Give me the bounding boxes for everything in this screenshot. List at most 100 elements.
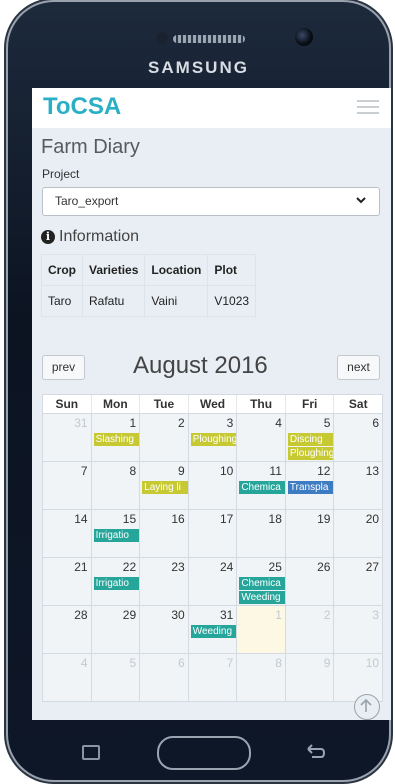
calendar-day-cell[interactable]: 6	[139, 654, 188, 701]
prev-month-button[interactable]: prev	[42, 355, 85, 380]
project-select-value: Taro_export	[55, 194, 119, 208]
calendar-day-cell[interactable]: 14	[43, 510, 91, 557]
calendar-event[interactable]: Transpla	[287, 481, 334, 494]
day-number: 3	[226, 416, 234, 430]
day-number: 21	[74, 560, 88, 574]
day-number: 18	[268, 512, 282, 526]
day-number: 1	[275, 608, 282, 622]
calendar-event[interactable]: Ploughing	[287, 447, 334, 460]
calendar-event[interactable]: Ploughing	[190, 433, 237, 446]
info-circle-icon: i	[41, 230, 55, 244]
calendar-day-cell[interactable]: 1 Slashing	[90, 414, 140, 461]
calendar-event[interactable]: Discing	[287, 433, 334, 446]
calendar-day-cell[interactable]: 9	[284, 654, 334, 701]
calendar-day-cell[interactable]: 10	[187, 462, 237, 509]
calendar-day-cell[interactable]: 20	[333, 510, 383, 557]
calendar-event[interactable]: Laying li	[142, 481, 188, 494]
calendar-day-cell[interactable]: 30	[139, 606, 188, 653]
day-number: 4	[275, 416, 282, 430]
day-number: 31	[219, 608, 234, 622]
calendar-day-cell[interactable]: 24	[187, 558, 237, 605]
calendar-day-cell[interactable]: 25 Chemica Weeding	[236, 558, 285, 605]
weekday-label: Mon	[90, 395, 140, 413]
calendar-day-cell[interactable]: 21	[43, 558, 91, 605]
calendar-day-cell[interactable]: 8	[236, 654, 285, 701]
calendar-event[interactable]: Irrigatio	[93, 577, 140, 590]
calendar-day-cell[interactable]: 5	[90, 654, 140, 701]
calendar-week-row: 21 22 Irrigatio 23 24 25 Chemica Weeding 26 27	[43, 558, 383, 606]
recent-apps-icon[interactable]	[82, 745, 100, 760]
device-brand: SAMSUNG	[148, 58, 249, 77]
calendar-day-cell[interactable]: 15 Irrigatio	[90, 510, 140, 557]
project-select[interactable]: Taro_export	[42, 187, 380, 216]
calendar-day-cell[interactable]: 2	[139, 414, 188, 461]
day-number: 9	[178, 464, 185, 478]
calendar-day-cell[interactable]: 4	[236, 414, 285, 461]
day-number: 30	[171, 608, 185, 622]
calendar-day-cell[interactable]: 8	[90, 462, 140, 509]
calendar-day-cell[interactable]: 12 Transpla	[284, 462, 334, 509]
calendar-day-cell[interactable]: 3	[333, 606, 383, 653]
calendar-week-row: 14 15 Irrigatio 16 17 18 19 20	[43, 510, 383, 558]
calendar-day-cell[interactable]: 3 Ploughing	[187, 414, 237, 461]
day-number: 3	[372, 608, 380, 622]
home-button[interactable]	[157, 736, 251, 770]
info-cell: Rafatu	[81, 285, 146, 317]
calendar-day-cell[interactable]: 26	[284, 558, 334, 605]
calendar-day-cell[interactable]: 16	[139, 510, 188, 557]
calendar-week-row: 4 5 6 7 8 9 10	[43, 654, 383, 701]
app-logo[interactable]: ToCSA	[43, 93, 121, 121]
weekday-label: Thu	[236, 395, 285, 413]
day-number: 29	[122, 608, 137, 622]
calendar-day-cell[interactable]: 9 Laying li	[139, 462, 188, 509]
calendar-weekday-header: Sun Mon Tue Wed Thu Fri Sat	[43, 395, 382, 414]
day-number: 23	[171, 560, 185, 574]
calendar-day-cell[interactable]: 29	[90, 606, 140, 653]
hamburger-menu-icon[interactable]	[357, 100, 379, 114]
calendar-day-cell[interactable]: 5 Discing Ploughing	[284, 414, 334, 461]
sensor-dot	[156, 32, 168, 44]
arrow-up-circle-icon[interactable]	[354, 694, 380, 720]
calendar-day-cell[interactable]: 17	[187, 510, 237, 557]
calendar-day-cell[interactable]: 18	[236, 510, 285, 557]
calendar-event[interactable]: Weeding	[239, 591, 285, 604]
calendar-day-cell[interactable]: 31 Weeding	[187, 606, 237, 653]
day-number: 6	[178, 656, 185, 670]
calendar-day-cell[interactable]: 11 Chemica	[236, 462, 285, 509]
day-number: 13	[365, 464, 380, 478]
calendar-event[interactable]: Chemica	[239, 481, 285, 494]
calendar-day-cell[interactable]: 27	[333, 558, 383, 605]
calendar-day-cell[interactable]: 28	[43, 606, 91, 653]
calendar-day-cell[interactable]: 7	[187, 654, 237, 701]
info-cell: Vaini	[144, 285, 209, 317]
calendar-day-cell[interactable]: 4	[43, 654, 91, 701]
calendar-day-cell[interactable]: 13	[333, 462, 383, 509]
calendar-event[interactable]: Irrigatio	[93, 529, 140, 542]
day-number: 5	[129, 656, 137, 670]
day-number: 22	[122, 560, 137, 574]
calendar-day-cell[interactable]: 22 Irrigatio	[90, 558, 140, 605]
calendar-event[interactable]: Slashing	[93, 433, 140, 446]
calendar-event[interactable]: Weeding	[190, 625, 237, 638]
calendar-day-cell[interactable]: 6	[333, 414, 383, 461]
calendar-day-cell[interactable]: 7	[43, 462, 91, 509]
back-icon[interactable]	[304, 743, 326, 759]
weekday-label: Fri	[284, 395, 334, 413]
information-heading: i Information	[41, 228, 139, 246]
calendar-day-cell[interactable]: 19	[284, 510, 334, 557]
calendar-day-cell[interactable]: 31	[43, 414, 91, 461]
calendar-day-cell[interactable]: 23	[139, 558, 188, 605]
calendar-day-cell[interactable]: 1	[236, 606, 285, 653]
day-number: 31	[74, 416, 88, 430]
info-column-header: Plot	[207, 254, 257, 286]
weekday-label: Sun	[55, 397, 79, 411]
day-number: 14	[74, 512, 88, 526]
day-number: 16	[171, 512, 185, 526]
phone-frame: SAMSUNG ToCSA Farm Diary Project Taro_ex…	[8, 2, 391, 780]
day-number: 2	[323, 608, 331, 622]
day-number: 1	[129, 416, 137, 430]
front-camera	[295, 28, 313, 46]
calendar-event[interactable]: Chemica	[239, 577, 285, 590]
next-month-button[interactable]: next	[337, 355, 380, 380]
calendar-day-cell[interactable]: 2	[284, 606, 334, 653]
